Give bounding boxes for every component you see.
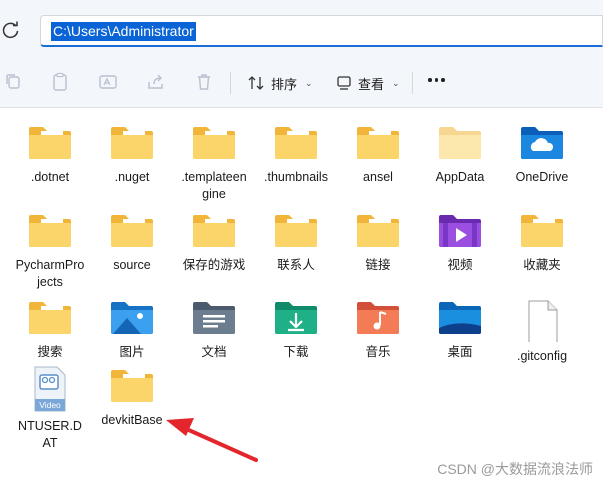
file-item-label: 音乐: [365, 345, 391, 359]
folder-icon: [111, 215, 153, 247]
more-options-icon[interactable]: [428, 78, 445, 82]
file-item-视频[interactable]: 视频: [421, 211, 499, 274]
command-bar: 排序 ⌄ 查看 ⌄: [0, 58, 603, 108]
refresh-icon[interactable]: [0, 19, 22, 41]
file-item-gitconfig[interactable]: .gitconfig: [503, 298, 581, 365]
folder-icon: [111, 370, 153, 402]
share-icon[interactable]: [146, 72, 166, 92]
file-item-文档[interactable]: 文档: [175, 298, 253, 361]
file-item-label: NTUSER.DAT: [18, 419, 82, 450]
file-item-label: 文档: [201, 345, 227, 359]
file-item-label: 桌面: [447, 345, 473, 359]
file-item-ansel[interactable]: ansel: [339, 123, 417, 186]
view-button[interactable]: 查看 ⌄: [336, 70, 400, 96]
watermark: CSDN @大数据流浪法师: [437, 461, 593, 477]
folder-icon: [29, 127, 71, 159]
file-item-source[interactable]: source: [93, 211, 171, 274]
chevron-down-icon: ⌄: [392, 77, 400, 88]
paste-icon[interactable]: [50, 72, 70, 92]
file-item-链接[interactable]: 链接: [339, 211, 417, 274]
file-item-nuget[interactable]: .nuget: [93, 123, 171, 186]
folder-icon: [193, 127, 235, 159]
file-icon: [528, 300, 558, 342]
file-item-dotnet[interactable]: .dotnet: [11, 123, 89, 186]
folder-hidden-icon: [439, 127, 481, 159]
sort-label: 排序: [271, 76, 298, 92]
toolbar-divider: [230, 72, 231, 94]
file-item-appdata[interactable]: AppData: [421, 123, 499, 186]
view-label: 查看: [358, 76, 385, 92]
file-item-label: ansel: [363, 170, 393, 184]
sort-icon: [248, 76, 264, 90]
file-item-联系人[interactable]: 联系人: [257, 211, 335, 274]
file-item-label: 保存的游戏: [182, 258, 246, 272]
file-item-label: .dotnet: [30, 170, 70, 184]
folder-icon: [275, 215, 317, 247]
file-item-label: 图片: [119, 345, 145, 359]
file-item-ntuser-dat[interactable]: Video NTUSER.DAT: [11, 366, 89, 452]
folder-icon: [29, 215, 71, 247]
documents-folder-icon: [193, 302, 235, 334]
file-item-label: 下载: [283, 345, 309, 359]
file-item-label: AppData: [435, 170, 485, 184]
file-item-收藏夹[interactable]: 收藏夹: [503, 211, 581, 274]
file-item-label: .thumbnails: [264, 170, 328, 184]
file-item-label: 收藏夹: [523, 258, 561, 272]
file-item-label: 链接: [365, 258, 391, 272]
folder-icon: [29, 302, 71, 334]
file-item-label: OneDrive: [515, 170, 569, 184]
file-item-onedrive[interactable]: OneDrive: [503, 123, 581, 186]
video-file-icon: Video: [34, 366, 66, 412]
chevron-down-icon: ⌄: [305, 77, 313, 88]
file-item-pycharmprojects[interactable]: PycharmProjects: [11, 211, 89, 291]
rename-icon[interactable]: [98, 72, 118, 92]
file-item-图片[interactable]: 图片: [93, 298, 171, 361]
file-item-thumbnails[interactable]: .thumbnails: [257, 123, 335, 186]
address-path[interactable]: C:\Users\Administrator: [51, 22, 196, 41]
file-item-桌面[interactable]: 桌面: [421, 298, 499, 361]
folder-icon: [275, 127, 317, 159]
sort-button[interactable]: 排序 ⌄: [247, 70, 313, 96]
file-item-搜索[interactable]: 搜索: [11, 298, 89, 361]
file-item-label: PycharmProjects: [15, 258, 85, 289]
folder-icon: [193, 215, 235, 247]
file-item-label: 视频: [447, 258, 473, 272]
file-item-devkitbase[interactable]: devkitBase: [93, 366, 171, 429]
file-item-label: 搜索: [37, 345, 63, 359]
file-item-下载[interactable]: 下载: [257, 298, 335, 361]
address-bar[interactable]: C:\Users\Administrator: [40, 15, 603, 47]
pictures-folder-icon: [111, 302, 153, 334]
downloads-folder-icon: [275, 302, 317, 334]
file-item-label: .templateengine: [181, 170, 247, 201]
onedrive-folder-icon: [521, 127, 563, 159]
file-item-label: source: [113, 258, 151, 272]
file-item-label: 联系人: [277, 258, 315, 272]
file-item-音乐[interactable]: 音乐: [339, 298, 417, 361]
folder-icon: [357, 215, 399, 247]
address-strip: C:\Users\Administrator: [0, 0, 603, 58]
videos-folder-icon: [439, 215, 481, 247]
file-item-label: .nuget: [114, 170, 150, 184]
file-item-label: .gitconfig: [516, 349, 568, 363]
folder-icon: [357, 127, 399, 159]
folder-icon: [111, 127, 153, 159]
delete-icon[interactable]: [194, 72, 214, 92]
file-item-templateengine[interactable]: .templateengine: [175, 123, 253, 203]
view-icon: [337, 76, 351, 90]
desktop-folder-icon: [439, 302, 481, 334]
music-folder-icon: [357, 302, 399, 334]
folder-icon: [521, 215, 563, 247]
file-item-label: devkitBase: [101, 413, 163, 427]
toolbar-divider: [412, 72, 413, 94]
svg-text:Video: Video: [39, 400, 61, 410]
copy-icon[interactable]: [4, 72, 24, 92]
file-item-保存的游戏[interactable]: 保存的游戏: [175, 211, 253, 274]
